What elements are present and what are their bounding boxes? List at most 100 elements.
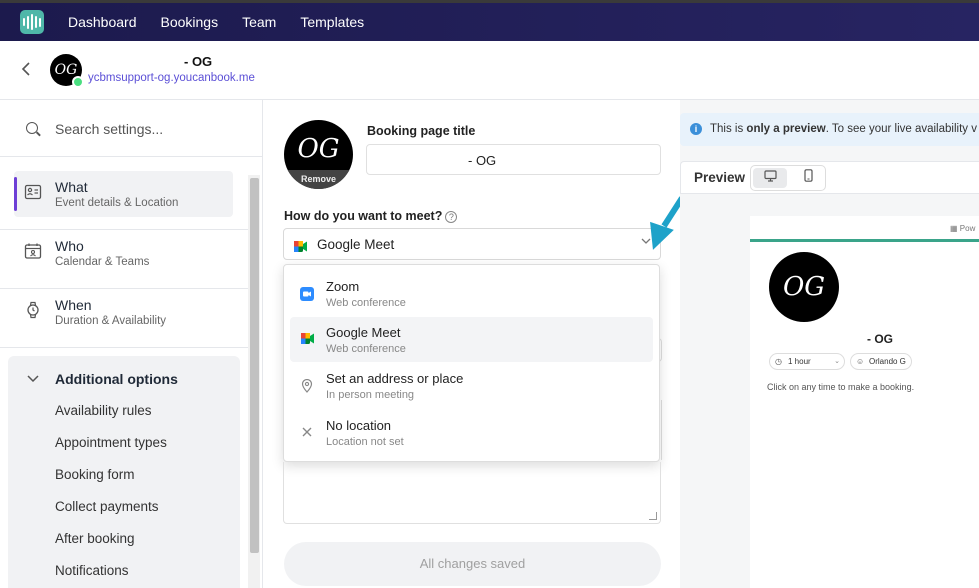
- sidebar-item-after-booking[interactable]: After booking: [55, 531, 135, 546]
- scrollbar-thumb[interactable]: [250, 178, 259, 553]
- sidebar-item-what[interactable]: What Event details & Location: [14, 171, 233, 217]
- profile-image-text: OG: [297, 134, 340, 164]
- option-no-location[interactable]: No location Location not set: [290, 410, 653, 455]
- option-title: Google Meet: [326, 325, 401, 340]
- sidebar-item-who[interactable]: Who Calendar & Teams: [14, 230, 233, 276]
- id-card-icon: [23, 183, 43, 203]
- sidebar-item-availability-rules[interactable]: Availability rules: [55, 403, 152, 418]
- team-member-value: Orlando G: [869, 357, 906, 366]
- notice-prefix: This is: [710, 123, 747, 135]
- avatar: OG: [50, 54, 84, 88]
- duration-value: 1 hour: [788, 357, 811, 366]
- chevron-down-icon: ⌄: [834, 358, 840, 365]
- additional-options-panel: Additional options Availability rules Ap…: [8, 356, 240, 588]
- meeting-type-dropdown: Zoom Web conference Google Meet Web conf…: [283, 264, 660, 462]
- sidebar-item-booking-form[interactable]: Booking form: [55, 467, 135, 482]
- device-toggle: [750, 165, 826, 191]
- divider: [0, 347, 248, 348]
- booking-title-value: - OG: [468, 153, 497, 168]
- page-header: OG - OG ycbmsupport-og.youcanbook.me: [0, 41, 979, 100]
- watch-icon: [23, 301, 43, 321]
- preview-notice-text: This is only a preview. To see your live…: [710, 123, 977, 135]
- booking-title-input[interactable]: - OG: [366, 144, 661, 175]
- preview-notice: i This is only a preview. To see your li…: [680, 113, 979, 146]
- chevron-down-icon: [27, 372, 39, 386]
- powered-by-badge: ▦ Pow: [950, 224, 976, 233]
- option-subtitle: Web conference: [326, 343, 406, 355]
- top-nav: Dashboard Bookings Team Templates: [0, 0, 979, 41]
- option-subtitle: In person meeting: [326, 389, 415, 401]
- sidebar-item-subtitle: Duration & Availability: [55, 315, 167, 327]
- app-logo-icon[interactable]: [20, 10, 44, 34]
- preview-panel: i This is only a preview. To see your li…: [680, 100, 979, 588]
- person-icon: ☺: [856, 357, 865, 366]
- option-title: Zoom: [326, 279, 360, 294]
- help-icon[interactable]: ?: [445, 211, 458, 223]
- meeting-type-label: How do you want to meet??: [284, 209, 458, 223]
- option-title: Set an address or place: [326, 371, 464, 386]
- page-title: - OG: [184, 54, 213, 69]
- option-address[interactable]: Set an address or place In person meetin…: [290, 363, 653, 408]
- sidebar-item-subtitle: Calendar & Teams: [55, 256, 150, 268]
- option-zoom[interactable]: Zoom Web conference: [290, 271, 653, 316]
- additional-options-toggle[interactable]: Additional options: [8, 370, 240, 390]
- zoom-icon: [300, 287, 314, 301]
- sidebar-item-subtitle: Event details & Location: [55, 197, 179, 209]
- team-member-select[interactable]: ☺ Orlando G: [850, 353, 912, 370]
- google-meet-icon: [300, 333, 314, 347]
- preview-toolbar: Preview: [680, 161, 979, 194]
- info-icon: i: [690, 123, 702, 135]
- notice-bold: only a preview: [746, 123, 826, 135]
- clock-icon: ◷: [775, 357, 782, 366]
- booking-title-label: Booking page title: [367, 124, 476, 138]
- preview-page-title: - OG: [867, 332, 893, 346]
- settings-sidebar: What Event details & Location Who Calend…: [0, 100, 263, 588]
- sidebar-item-when[interactable]: When Duration & Availability: [14, 289, 233, 335]
- option-subtitle: Web conference: [326, 297, 406, 309]
- save-status-button: All changes saved: [284, 542, 661, 586]
- duration-select[interactable]: ◷ 1 hour ⌄: [769, 353, 845, 370]
- online-status-icon: [72, 76, 84, 88]
- description-textarea[interactable]: [283, 462, 661, 524]
- powered-by-text: Pow: [959, 224, 976, 233]
- active-indicator: [14, 177, 17, 211]
- additional-options-title: Additional options: [55, 371, 178, 387]
- nav-dashboard[interactable]: Dashboard: [68, 14, 137, 30]
- preview-avatar: OG: [769, 252, 839, 322]
- settings-search: [0, 100, 263, 157]
- option-title: No location: [326, 418, 392, 433]
- close-icon: [300, 426, 314, 440]
- sidebar-item-title: When: [55, 297, 92, 313]
- sidebar-item-appointment-types[interactable]: Appointment types: [55, 435, 167, 450]
- remove-image-button[interactable]: Remove: [284, 170, 353, 189]
- sidebar-item-title: Who: [55, 238, 84, 254]
- option-subtitle: Location not set: [326, 436, 404, 448]
- option-google-meet[interactable]: Google Meet Web conference: [290, 317, 653, 362]
- notice-suffix: . To see your live availability v: [825, 123, 977, 135]
- desktop-icon[interactable]: [753, 168, 787, 188]
- google-meet-icon: [294, 239, 307, 257]
- meeting-type-label-text: How do you want to meet?: [284, 209, 443, 223]
- profile-image[interactable]: OG Remove: [284, 120, 353, 189]
- nav-templates[interactable]: Templates: [300, 14, 364, 30]
- nav-bookings[interactable]: Bookings: [161, 14, 219, 30]
- calendar-person-icon: [23, 242, 43, 262]
- sidebar-item-collect-payments[interactable]: Collect payments: [55, 499, 159, 514]
- preview-booking-card: ▦ Pow OG - OG ◷ 1 hour ⌄ ☺ Orlando G Cli…: [750, 216, 979, 588]
- event-details-form: OG Remove Booking page title - OG How do…: [264, 100, 679, 588]
- search-input[interactable]: [55, 118, 245, 140]
- preview-label: Preview: [694, 170, 746, 185]
- preview-instruction: Click on any time to make a booking.: [767, 382, 915, 392]
- booking-page-url-link[interactable]: ycbmsupport-og.youcanbook.me: [88, 72, 255, 84]
- search-icon: [26, 122, 38, 134]
- avatar-text: OG: [54, 62, 78, 78]
- brand-strip: [750, 239, 979, 242]
- meeting-type-select[interactable]: Google Meet: [283, 228, 661, 260]
- meeting-type-value: Google Meet: [317, 237, 395, 252]
- back-chevron-icon[interactable]: [20, 61, 36, 79]
- sidebar-item-notifications[interactable]: Notifications: [55, 563, 129, 578]
- mobile-icon[interactable]: [791, 168, 825, 188]
- location-pin-icon: [300, 378, 314, 393]
- nav-team[interactable]: Team: [242, 14, 276, 30]
- sidebar-item-title: What: [55, 179, 88, 195]
